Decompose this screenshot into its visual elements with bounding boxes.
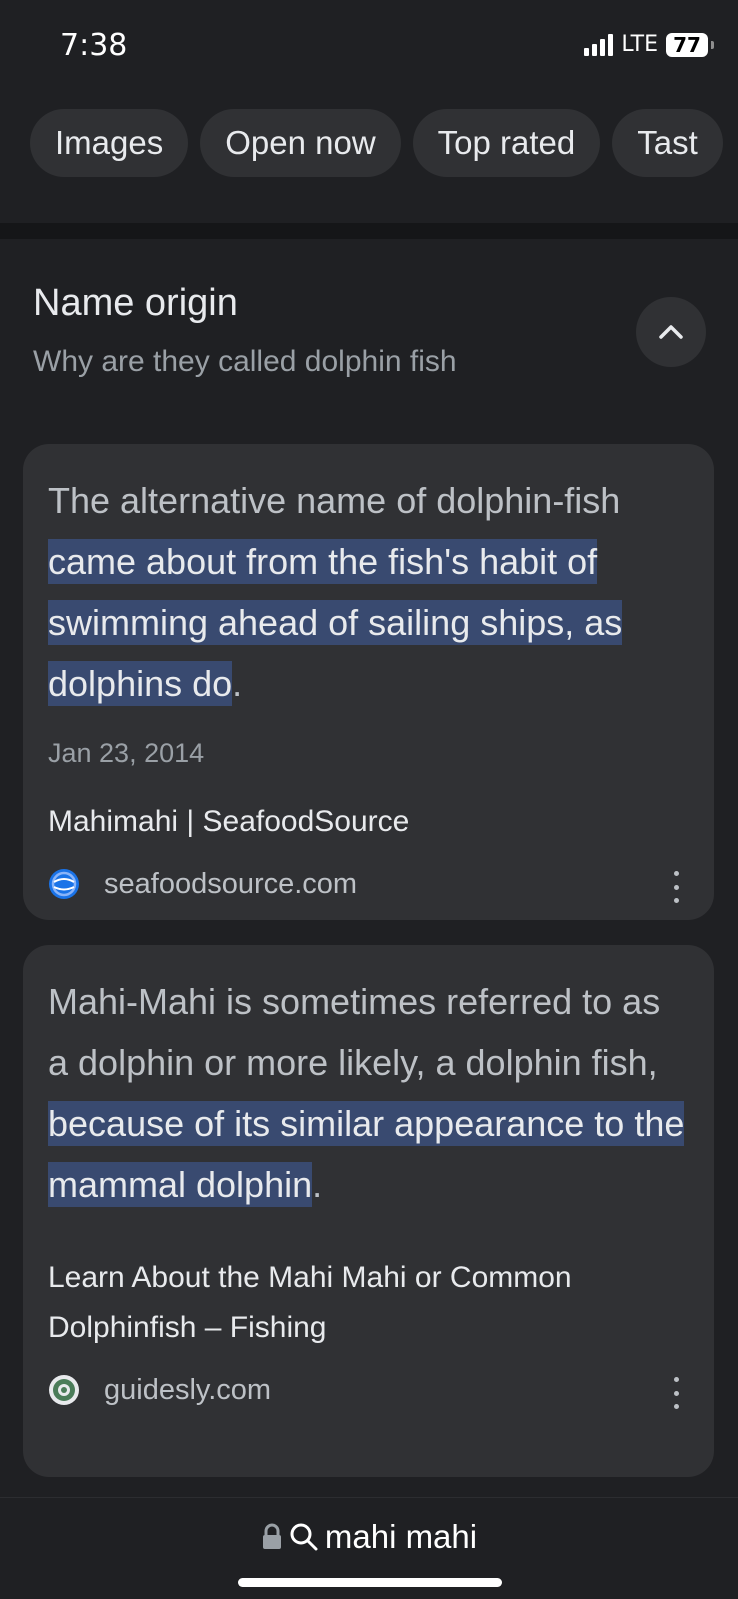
search-icon: [290, 1523, 318, 1551]
snippet-highlight: because of its similar appearance to the…: [48, 1101, 685, 1207]
network-type: LTE: [621, 32, 658, 57]
result-domain: seafoodsource.com: [104, 867, 358, 900]
snippet-highlight: came about from the fish's habit of swim…: [48, 539, 623, 706]
snippet-text: Mahi-Mahi is sometimes referred to as a …: [48, 981, 661, 1083]
filter-chips: Images Open now Top rated Tast: [30, 109, 723, 177]
more-options-button[interactable]: [664, 1373, 688, 1413]
result-source: guidesly.com: [48, 1367, 688, 1413]
snippet-end: .: [312, 1164, 323, 1205]
search-query: mahi mahi: [324, 1518, 478, 1555]
more-options-button[interactable]: [664, 867, 688, 907]
section-title: Name origin: [33, 282, 238, 324]
section-divider: [0, 223, 738, 239]
result-card[interactable]: Mahi-Mahi is sometimes referred to as a …: [23, 945, 714, 1477]
status-time: 7:38: [60, 28, 128, 63]
url-row[interactable]: mahi mahi: [0, 1518, 738, 1556]
snippet-end: .: [232, 663, 243, 704]
snippet-text: The alternative name of dolphin-fish: [48, 480, 621, 521]
result-snippet: The alternative name of dolphin-fish cam…: [48, 470, 688, 714]
address-bar[interactable]: mahi mahi: [0, 1497, 738, 1599]
lock-icon: [262, 1523, 281, 1549]
result-card[interactable]: The alternative name of dolphin-fish cam…: [23, 444, 714, 920]
battery-level: 77: [673, 32, 701, 57]
section-subtitle: Why are they called dolphin fish: [33, 345, 457, 378]
result-domain: guidesly.com: [104, 1373, 272, 1406]
home-indicator[interactable]: [238, 1578, 502, 1587]
result-title[interactable]: Learn About the Mahi Mahi or Common Dolp…: [48, 1253, 688, 1353]
chip-top-rated[interactable]: Top rated: [412, 109, 601, 177]
status-bar: 7:38 LTE 77: [0, 0, 738, 90]
result-source: seafoodsource.com: [48, 861, 688, 907]
status-indicators: LTE 77: [584, 32, 714, 57]
battery-icon: 77: [666, 32, 714, 57]
seafoodsource-globe-icon: [48, 868, 80, 900]
chevron-up-icon: [659, 325, 683, 339]
guidesly-logo-icon: [48, 1374, 80, 1406]
result-date: Jan 23, 2014: [48, 738, 205, 768]
chip-open-now[interactable]: Open now: [200, 109, 401, 177]
collapse-button[interactable]: [636, 297, 706, 367]
chip-taste[interactable]: Tast: [612, 109, 723, 177]
signal-icon: [584, 33, 614, 56]
chip-images[interactable]: Images: [30, 109, 189, 177]
result-title[interactable]: Mahimahi | SeafoodSource: [48, 797, 688, 847]
result-snippet: Mahi-Mahi is sometimes referred to as a …: [48, 971, 688, 1215]
